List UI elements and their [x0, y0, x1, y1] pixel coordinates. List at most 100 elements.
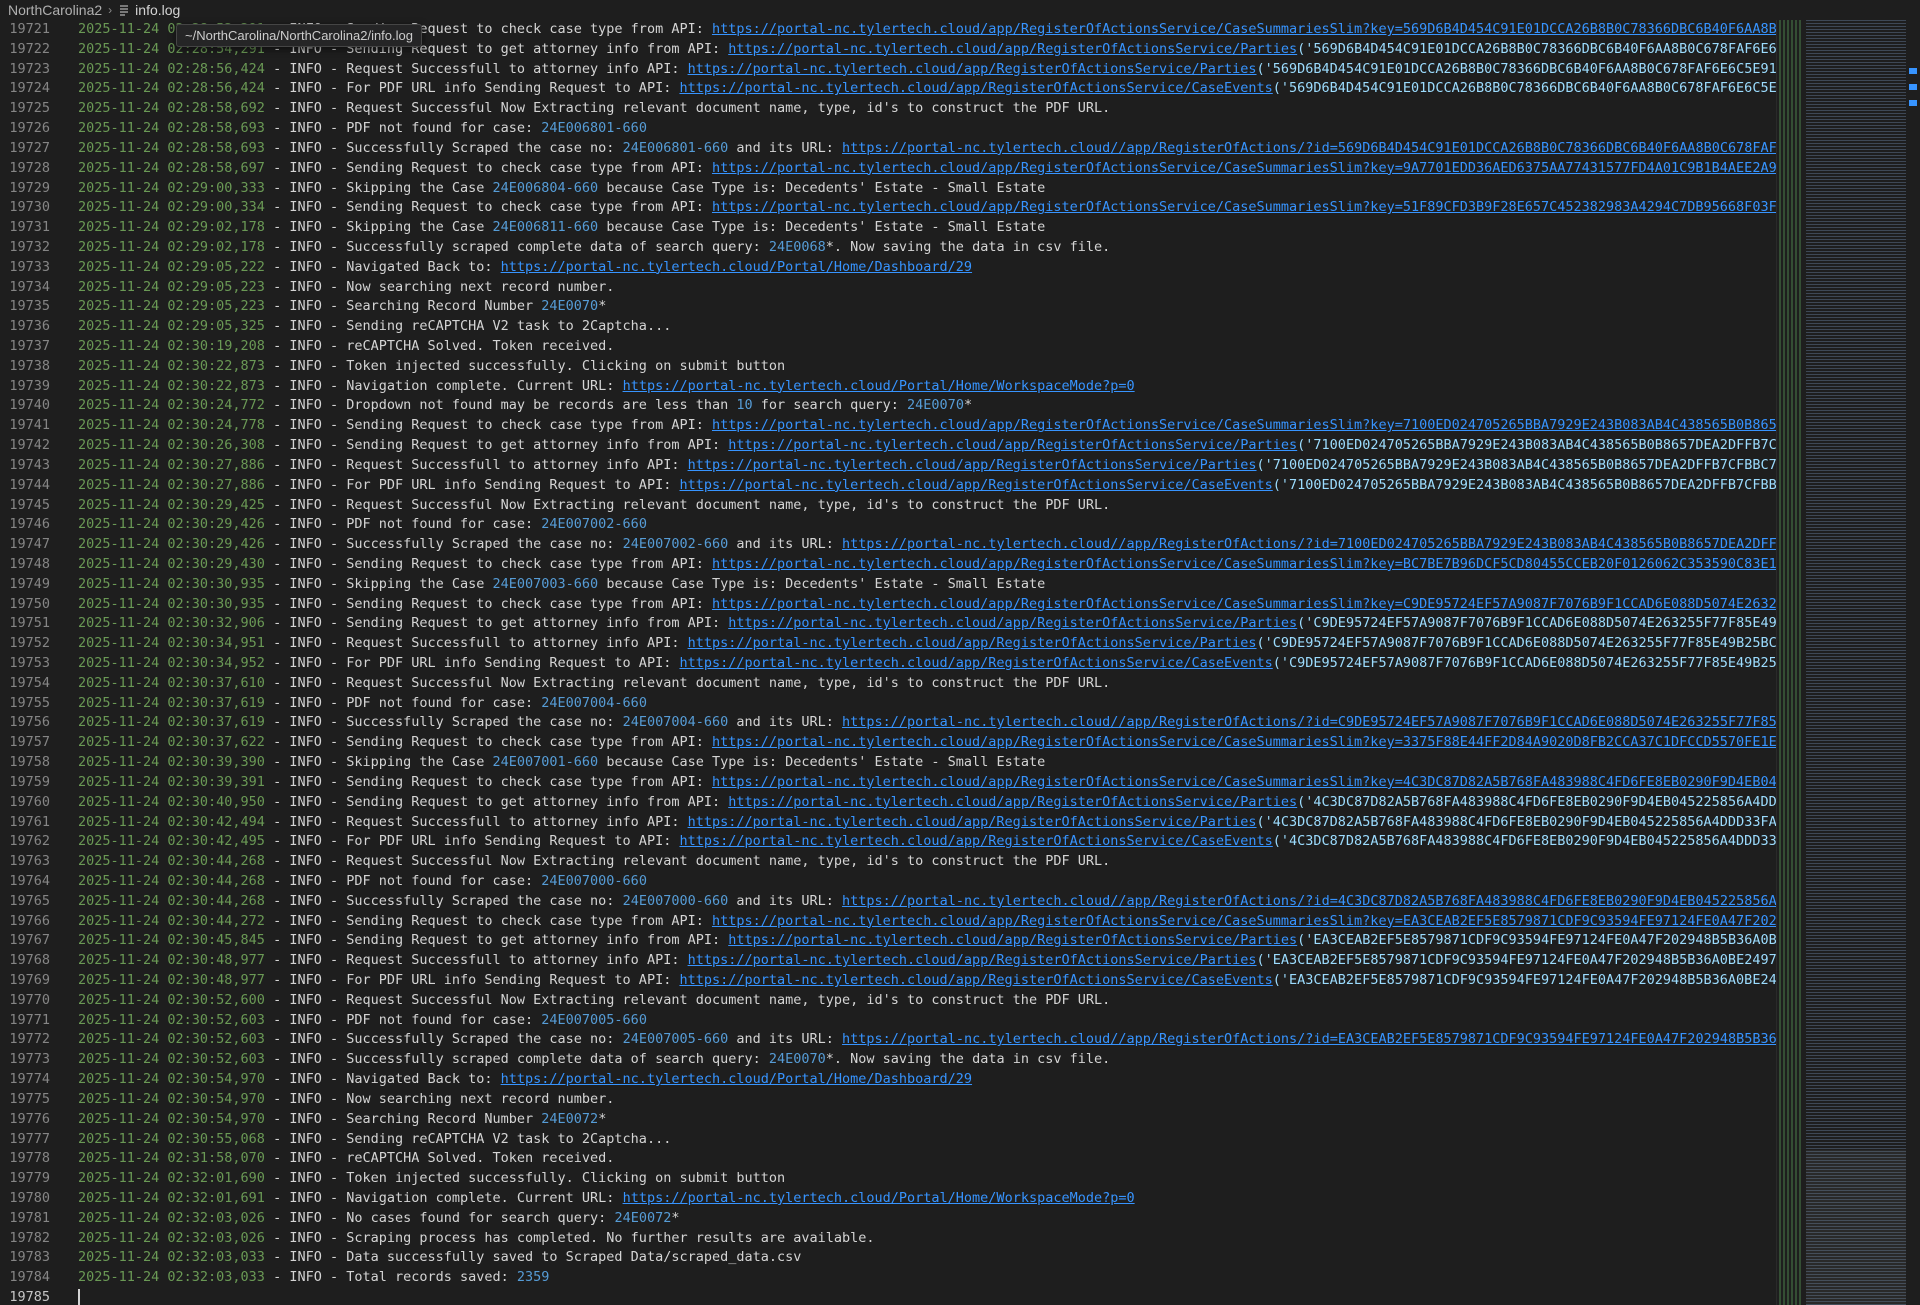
- log-url-link[interactable]: https://portal-nc.tylertech.cloud//app/R…: [842, 140, 1776, 156]
- log-line[interactable]: 19723 2025-11-24 02:28:56,424 - INFO - Re…: [0, 60, 1776, 80]
- log-url-link[interactable]: https://portal-nc.tylertech.cloud/app/Re…: [712, 734, 1776, 750]
- log-url-link[interactable]: https://portal-nc.tylertech.cloud/app/Re…: [712, 199, 1776, 215]
- log-line[interactable]: 19736 2025-11-24 02:29:05,325 - INFO - Se…: [0, 317, 1776, 337]
- log-url-link[interactable]: https://portal-nc.tylertech.cloud/app/Re…: [728, 932, 1297, 948]
- log-line[interactable]: 19739 2025-11-24 02:30:22,873 - INFO - Na…: [0, 377, 1776, 397]
- log-url-link[interactable]: https://portal-nc.tylertech.cloud/app/Re…: [728, 41, 1297, 57]
- log-line[interactable]: 19762 2025-11-24 02:30:42,495 - INFO - Fo…: [0, 832, 1776, 852]
- log-line[interactable]: 19733 2025-11-24 02:29:05,222 - INFO - Na…: [0, 258, 1776, 278]
- log-line[interactable]: 19768 2025-11-24 02:30:48,977 - INFO - Re…: [0, 951, 1776, 971]
- log-line[interactable]: 19764 2025-11-24 02:30:44,268 - INFO - PD…: [0, 872, 1776, 892]
- log-line[interactable]: 19776 2025-11-24 02:30:54,970 - INFO - Se…: [0, 1110, 1776, 1130]
- log-line[interactable]: 19779 2025-11-24 02:32:01,690 - INFO - To…: [0, 1169, 1776, 1189]
- log-line[interactable]: 19770 2025-11-24 02:30:52,600 - INFO - Re…: [0, 991, 1776, 1011]
- log-url-link[interactable]: https://portal-nc.tylertech.cloud/app/Re…: [728, 615, 1297, 631]
- log-line[interactable]: 19750 2025-11-24 02:30:30,935 - INFO - Se…: [0, 595, 1776, 615]
- log-line[interactable]: 19757 2025-11-24 02:30:37,622 - INFO - Se…: [0, 733, 1776, 753]
- log-line[interactable]: 19735 2025-11-24 02:29:05,223 - INFO - Se…: [0, 297, 1776, 317]
- log-line[interactable]: 19743 2025-11-24 02:30:27,886 - INFO - Re…: [0, 456, 1776, 476]
- log-line[interactable]: 19725 2025-11-24 02:28:58,692 - INFO - Re…: [0, 99, 1776, 119]
- log-line[interactable]: 19747 2025-11-24 02:30:29,426 - INFO - Su…: [0, 535, 1776, 555]
- log-line[interactable]: 19751 2025-11-24 02:30:32,906 - INFO - Se…: [0, 614, 1776, 634]
- log-line[interactable]: 19745 2025-11-24 02:30:29,425 - INFO - Re…: [0, 496, 1776, 516]
- log-line[interactable]: 19758 2025-11-24 02:30:39,390 - INFO - Sk…: [0, 753, 1776, 773]
- log-line[interactable]: 19784 2025-11-24 02:32:03,033 - INFO - To…: [0, 1268, 1776, 1288]
- log-line[interactable]: 19772 2025-11-24 02:30:52,603 - INFO - Su…: [0, 1030, 1776, 1050]
- log-url-link[interactable]: https://portal-nc.tylertech.cloud/app/Re…: [712, 417, 1776, 433]
- log-line[interactable]: 19732 2025-11-24 02:29:02,178 - INFO - Su…: [0, 238, 1776, 258]
- log-line[interactable]: 19742 2025-11-24 02:30:26,308 - INFO - Se…: [0, 436, 1776, 456]
- log-line[interactable]: 19729 2025-11-24 02:29:00,333 - INFO - Sk…: [0, 179, 1776, 199]
- log-url-link[interactable]: https://portal-nc.tylertech.cloud//app/R…: [842, 1031, 1776, 1047]
- log-line[interactable]: 19746 2025-11-24 02:30:29,426 - INFO - PD…: [0, 515, 1776, 535]
- log-line[interactable]: 19724 2025-11-24 02:28:56,424 - INFO - Fo…: [0, 79, 1776, 99]
- breadcrumb-folder[interactable]: NorthCarolina2: [8, 2, 102, 18]
- log-line[interactable]: 19781 2025-11-24 02:32:03,026 - INFO - No…: [0, 1209, 1776, 1229]
- log-line[interactable]: 19769 2025-11-24 02:30:48,977 - INFO - Fo…: [0, 971, 1776, 991]
- log-line[interactable]: 19738 2025-11-24 02:30:22,873 - INFO - To…: [0, 357, 1776, 377]
- log-line[interactable]: 19734 2025-11-24 02:29:05,223 - INFO - No…: [0, 278, 1776, 298]
- log-line[interactable]: 19783 2025-11-24 02:32:03,033 - INFO - Da…: [0, 1248, 1776, 1268]
- log-line[interactable]: 19731 2025-11-24 02:29:02,178 - INFO - Sk…: [0, 218, 1776, 238]
- log-line[interactable]: 19755 2025-11-24 02:30:37,619 - INFO - PD…: [0, 694, 1776, 714]
- log-url-link[interactable]: https://portal-nc.tylertech.cloud//app/R…: [842, 893, 1776, 909]
- log-line[interactable]: 19775 2025-11-24 02:30:54,970 - INFO - No…: [0, 1090, 1776, 1110]
- minimap-slider[interactable]: [1806, 1150, 1906, 1305]
- log-url-link[interactable]: https://portal-nc.tylertech.cloud/app/Re…: [688, 61, 1257, 77]
- log-line[interactable]: 19749 2025-11-24 02:30:30,935 - INFO - Sk…: [0, 575, 1776, 595]
- log-url-link[interactable]: https://portal-nc.tylertech.cloud/app/Re…: [712, 774, 1776, 790]
- log-editor[interactable]: 19721 2025-11-24 02:28:52,291 - INFO - Se…: [0, 20, 1776, 1305]
- log-line[interactable]: 19782 2025-11-24 02:32:03,026 - INFO - Sc…: [0, 1229, 1776, 1249]
- log-line[interactable]: 19773 2025-11-24 02:30:52,603 - INFO - Su…: [0, 1050, 1776, 1070]
- minimap[interactable]: [1806, 20, 1906, 1305]
- log-line[interactable]: 19759 2025-11-24 02:30:39,391 - INFO - Se…: [0, 773, 1776, 793]
- log-line[interactable]: 19777 2025-11-24 02:30:55,068 - INFO - Se…: [0, 1130, 1776, 1150]
- log-url-link[interactable]: https://portal-nc.tylertech.cloud/app/Re…: [712, 556, 1776, 572]
- log-url-link[interactable]: https://portal-nc.tylertech.cloud/app/Re…: [679, 477, 1272, 493]
- log-url-link[interactable]: https://portal-nc.tylertech.cloud//app/R…: [842, 536, 1776, 552]
- log-line[interactable]: 19728 2025-11-24 02:28:58,697 - INFO - Se…: [0, 159, 1776, 179]
- log-line[interactable]: 19761 2025-11-24 02:30:42,494 - INFO - Re…: [0, 813, 1776, 833]
- log-line[interactable]: 19774 2025-11-24 02:30:54,970 - INFO - Na…: [0, 1070, 1776, 1090]
- log-line[interactable]: 19778 2025-11-24 02:31:58,070 - INFO - re…: [0, 1149, 1776, 1169]
- log-url-link[interactable]: https://portal-nc.tylertech.cloud/app/Re…: [688, 457, 1257, 473]
- log-url-link[interactable]: https://portal-nc.tylertech.cloud/app/Re…: [728, 794, 1297, 810]
- log-url-link[interactable]: https://portal-nc.tylertech.cloud/app/Re…: [679, 833, 1272, 849]
- log-line[interactable]: 19763 2025-11-24 02:30:44,268 - INFO - Re…: [0, 852, 1776, 872]
- vertical-scrollbar[interactable]: [1906, 20, 1920, 1305]
- log-line[interactable]: 19760 2025-11-24 02:30:40,950 - INFO - Se…: [0, 793, 1776, 813]
- log-url-link[interactable]: https://portal-nc.tylertech.cloud//app/R…: [842, 714, 1776, 730]
- log-line[interactable]: 19754 2025-11-24 02:30:37,610 - INFO - Re…: [0, 674, 1776, 694]
- log-line[interactable]: 19748 2025-11-24 02:30:29,430 - INFO - Se…: [0, 555, 1776, 575]
- log-url-link[interactable]: https://portal-nc.tylertech.cloud/app/Re…: [688, 952, 1257, 968]
- log-url-link[interactable]: https://portal-nc.tylertech.cloud/app/Re…: [679, 972, 1272, 988]
- log-line[interactable]: 19726 2025-11-24 02:28:58,693 - INFO - PD…: [0, 119, 1776, 139]
- log-line[interactable]: 19730 2025-11-24 02:29:00,334 - INFO - Se…: [0, 198, 1776, 218]
- log-url-link[interactable]: https://portal-nc.tylertech.cloud/app/Re…: [712, 160, 1776, 176]
- log-line[interactable]: 19752 2025-11-24 02:30:34,951 - INFO - Re…: [0, 634, 1776, 654]
- log-line[interactable]: 19740 2025-11-24 02:30:24,772 - INFO - Dr…: [0, 396, 1776, 416]
- log-line[interactable]: 19780 2025-11-24 02:32:01,691 - INFO - Na…: [0, 1189, 1776, 1209]
- log-url-link[interactable]: https://portal-nc.tylertech.cloud/Portal…: [623, 378, 1135, 394]
- log-url-link[interactable]: https://portal-nc.tylertech.cloud/Portal…: [501, 1071, 972, 1087]
- log-line[interactable]: 19785: [0, 1288, 1776, 1305]
- log-url-link[interactable]: https://portal-nc.tylertech.cloud/Portal…: [623, 1190, 1135, 1206]
- log-url-link[interactable]: https://portal-nc.tylertech.cloud/app/Re…: [712, 596, 1776, 612]
- log-line[interactable]: 19741 2025-11-24 02:30:24,778 - INFO - Se…: [0, 416, 1776, 436]
- log-line[interactable]: 19737 2025-11-24 02:30:19,208 - INFO - re…: [0, 337, 1776, 357]
- log-url-link[interactable]: https://portal-nc.tylertech.cloud/Portal…: [501, 259, 972, 275]
- log-url-link[interactable]: https://portal-nc.tylertech.cloud/app/Re…: [688, 814, 1257, 830]
- log-url-link[interactable]: https://portal-nc.tylertech.cloud/app/Re…: [679, 655, 1272, 671]
- log-url-link[interactable]: https://portal-nc.tylertech.cloud/app/Re…: [712, 21, 1776, 37]
- log-url-link[interactable]: https://portal-nc.tylertech.cloud/app/Re…: [688, 635, 1257, 651]
- log-line[interactable]: 19771 2025-11-24 02:30:52,603 - INFO - PD…: [0, 1011, 1776, 1031]
- log-line[interactable]: 19727 2025-11-24 02:28:58,693 - INFO - Su…: [0, 139, 1776, 159]
- breadcrumb-file[interactable]: info.log: [135, 2, 180, 18]
- log-line[interactable]: 19756 2025-11-24 02:30:37,619 - INFO - Su…: [0, 713, 1776, 733]
- log-url-link[interactable]: https://portal-nc.tylertech.cloud/app/Re…: [679, 80, 1272, 96]
- log-url-link[interactable]: https://portal-nc.tylertech.cloud/app/Re…: [728, 437, 1297, 453]
- log-line[interactable]: 19765 2025-11-24 02:30:44,268 - INFO - Su…: [0, 892, 1776, 912]
- log-url-link[interactable]: https://portal-nc.tylertech.cloud/app/Re…: [712, 913, 1776, 929]
- log-line[interactable]: 19766 2025-11-24 02:30:44,272 - INFO - Se…: [0, 912, 1776, 932]
- log-line[interactable]: 19767 2025-11-24 02:30:45,845 - INFO - Se…: [0, 931, 1776, 951]
